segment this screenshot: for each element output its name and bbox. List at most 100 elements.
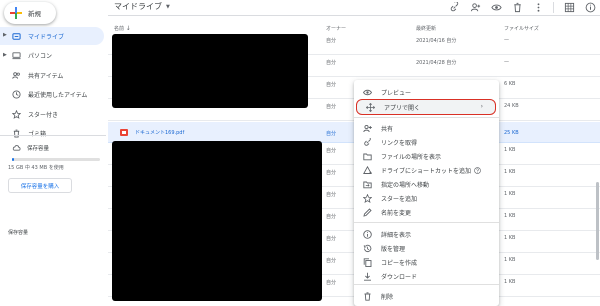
- size-cell: 1 KB: [504, 147, 516, 153]
- owner-cell: 自分: [326, 192, 337, 198]
- menu-item-label: スターを追加: [381, 195, 418, 203]
- new-button[interactable]: 新規: [4, 2, 56, 24]
- storage-heading[interactable]: 保存容量: [12, 143, 49, 152]
- eye-icon: [363, 88, 372, 97]
- owner-cell: 自分: [326, 60, 337, 66]
- sidebar-item-recent[interactable]: 最近使用したアイテム: [0, 86, 104, 104]
- owner-cell: 自分: [326, 148, 337, 154]
- column-size-header: ファイルサイズ: [504, 26, 539, 32]
- chevron-down-icon: ▼: [166, 3, 170, 10]
- menu-item-move-to[interactable]: 指定の場所へ移動: [354, 177, 499, 191]
- size-cell: 1 KB: [504, 279, 516, 285]
- new-button-label: 新規: [28, 10, 41, 18]
- menu-item-label: ドライブにショートカットを追加: [381, 167, 472, 175]
- modified-cell: 2021/04/28 自分: [416, 60, 457, 66]
- menu-item-label: アプリで開く: [384, 104, 421, 112]
- menu-item-add-person[interactable]: 共有: [354, 121, 499, 135]
- add-person-icon[interactable]: [469, 1, 481, 13]
- toolbar: マイドライブ ▼: [108, 0, 600, 16]
- expand-caret-icon[interactable]: ▶: [3, 32, 7, 38]
- menu-item-link[interactable]: リンクを取得: [354, 135, 499, 149]
- owner-cell: 自分: [326, 170, 337, 176]
- menu-item-move-arrows[interactable]: アプリで開く ›: [356, 99, 496, 115]
- menu-item-info[interactable]: 詳細を表示: [354, 227, 499, 241]
- link-icon: [363, 137, 372, 147]
- menu-item-label: 名前を変更: [381, 209, 412, 217]
- menu-item-folder[interactable]: ファイルの場所を表示: [354, 149, 499, 163]
- menu-item-download[interactable]: ダウンロード: [354, 269, 499, 283]
- scrollbar[interactable]: [596, 40, 600, 300]
- sidebar-item-trash[interactable]: ゴミ箱: [0, 125, 104, 143]
- info-icon[interactable]: [584, 1, 596, 13]
- size-cell: 1 KB: [504, 257, 516, 263]
- modified-cell: 2021/04/16 自分: [416, 38, 457, 44]
- size-cell: 24 KB: [504, 103, 519, 109]
- grid-view-icon[interactable]: [563, 1, 575, 13]
- storage-footer-label: 保存容量: [8, 230, 29, 236]
- add-person-icon: [363, 124, 372, 133]
- menu-item-label: プレビュー: [381, 89, 412, 97]
- drive-window: 新規 ▶ マイドライブ ▶ パソコン 共有アイテム 最近使用したアイテム スター…: [0, 0, 600, 306]
- owner-cell: 自分: [326, 280, 337, 286]
- sort-arrow-icon[interactable]: ↓: [126, 25, 131, 32]
- column-owner-header: オーナー: [326, 26, 347, 32]
- size-cell: 6 KB: [504, 81, 516, 87]
- column-headers: 名前 ↓ オーナー 最終更新 ファイルサイズ: [108, 22, 600, 34]
- expand-caret-icon[interactable]: ▶: [3, 52, 7, 58]
- sidebar-item-starred[interactable]: スター付き: [0, 105, 104, 123]
- delete-icon: [363, 291, 372, 301]
- sidebar-item-shared[interactable]: 共有アイテム: [0, 66, 104, 84]
- menu-item-drive-shortcut[interactable]: ドライブにショートカットを追加: [354, 163, 499, 177]
- sidebar-item-label: スター付き: [28, 111, 59, 119]
- shared-people-icon: [12, 71, 21, 80]
- menu-item-pencil[interactable]: 名前を変更: [354, 205, 499, 219]
- sidebar-item-label: 共有アイテム: [28, 72, 64, 80]
- buy-storage-button[interactable]: 保存容量を購入: [8, 178, 72, 193]
- menu-item-label: 共有: [381, 125, 394, 133]
- page-title-dropdown[interactable]: マイドライブ ▼: [114, 1, 170, 12]
- menu-item-history[interactable]: 版を管理: [354, 241, 499, 255]
- menu-item-label: ファイルの場所を表示: [381, 153, 442, 161]
- owner-cell: 自分: [326, 236, 337, 242]
- scrollbar-thumb[interactable]: [596, 182, 599, 260]
- menu-divider: [354, 222, 499, 223]
- chevron-right-icon: ›: [480, 103, 483, 110]
- delete-icon[interactable]: [511, 1, 523, 13]
- file-name: ドキュメント169.pdf: [135, 130, 185, 136]
- owner-cell: 自分: [326, 104, 337, 110]
- menu-item-delete[interactable]: 削除: [354, 289, 499, 303]
- context-menu: プレビューアプリで開く › 共有リンクを取得ファイルの場所を表示ドライブにショートカ…: [354, 80, 499, 306]
- trash-icon: [12, 129, 21, 138]
- preview-eye-icon[interactable]: [490, 1, 502, 13]
- copy-icon: [363, 257, 372, 267]
- menu-item-label: リンクを取得: [381, 139, 418, 147]
- toolbar-icons: [439, 1, 596, 13]
- column-name-header[interactable]: 名前 ↓: [114, 25, 131, 32]
- help-icon[interactable]: [474, 166, 481, 174]
- folder-icon: [363, 152, 372, 161]
- menu-item-eye[interactable]: プレビュー: [354, 85, 499, 99]
- column-name-label: 名前: [114, 26, 125, 32]
- size-cell: 25 KB: [504, 130, 519, 136]
- sidebar-item-label: マイドライブ: [28, 33, 65, 41]
- cloud-icon: [12, 145, 21, 151]
- size-cell: 1 KB: [504, 213, 516, 219]
- menu-item-star[interactable]: スターを追加: [354, 191, 499, 205]
- owner-cell: 自分: [326, 82, 337, 88]
- owner-cell: 自分: [326, 38, 337, 44]
- menu-item-label: 削除: [381, 293, 394, 301]
- link-icon[interactable]: [448, 1, 460, 13]
- sidebar-item-label: ゴミ箱: [28, 129, 46, 138]
- star-icon: [363, 193, 372, 203]
- redacted-region: [112, 34, 308, 108]
- size-cell: 1 KB: [504, 169, 516, 175]
- more-icon[interactable]: [532, 1, 544, 13]
- drive-shortcut-icon: [363, 165, 372, 175]
- menu-item-copy[interactable]: コピーを作成: [354, 255, 499, 269]
- owner-cell: 自分: [326, 258, 337, 264]
- sidebar-item-computers[interactable]: ▶ パソコン: [0, 47, 104, 65]
- column-modified-header[interactable]: 最終更新: [416, 25, 436, 32]
- menu-item-label: ダウンロード: [381, 273, 418, 281]
- sidebar-item-my-drive[interactable]: ▶ マイドライブ: [0, 27, 104, 45]
- storage-label: 保存容量: [27, 145, 50, 152]
